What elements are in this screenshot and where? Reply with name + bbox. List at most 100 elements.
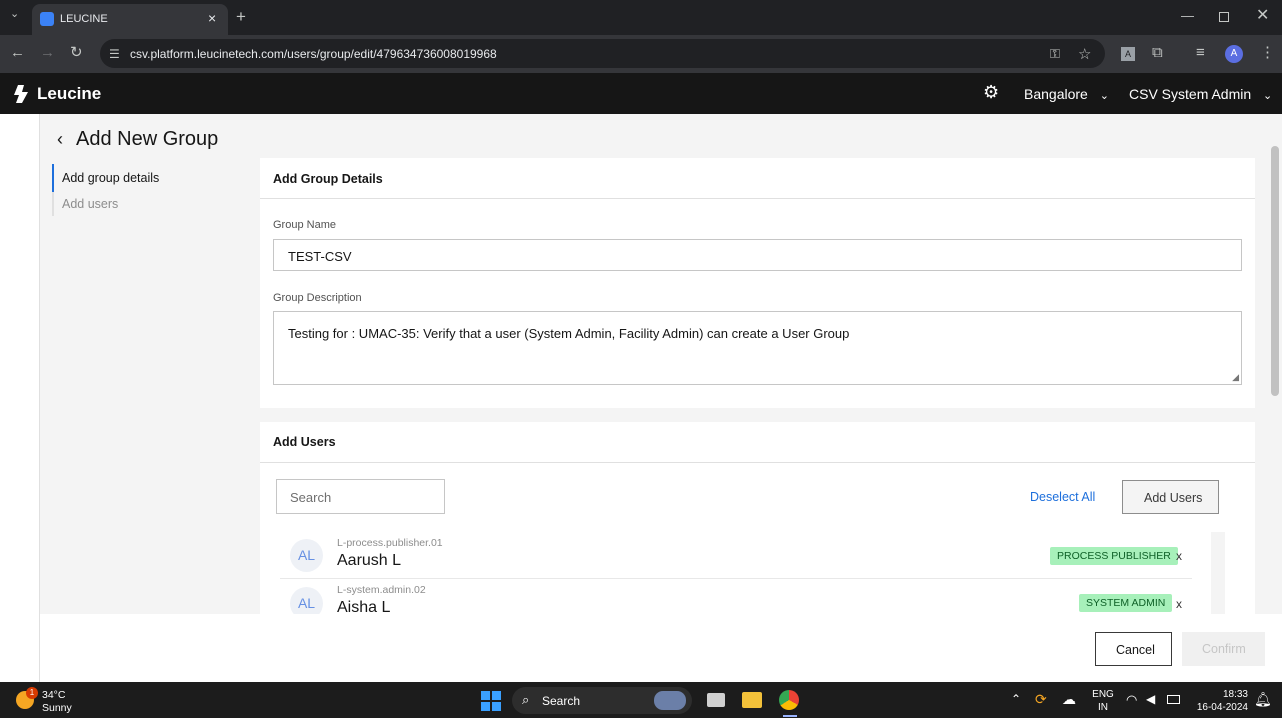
search-icon: ⌕ [522, 692, 530, 707]
form-footer: Cancel Confirm [40, 614, 1282, 682]
search-placeholder: Search [290, 490, 332, 505]
minimize-icon[interactable]: — [1181, 9, 1194, 22]
lang-top: ENG [1092, 689, 1114, 700]
taskbar-search-label: Search [542, 694, 581, 708]
chevron-down-icon: ⌄ [1263, 90, 1273, 102]
resize-handle-icon[interactable]: ◢ [1232, 372, 1239, 383]
windows-start-icon[interactable] [481, 691, 501, 711]
tab-title: LEUCINE [60, 13, 108, 25]
tab-close-icon[interactable]: × [208, 10, 216, 26]
group-name-label: Group Name [273, 219, 336, 231]
app-header: Leucine ⚙ Bangalore ⌄ CSV System Admin ⌄ [0, 73, 1282, 114]
user-search-input[interactable]: Search [276, 479, 445, 514]
bookmark-star-icon[interactable]: ☆ [1078, 45, 1091, 63]
password-key-icon[interactable]: ⚿ [1050, 46, 1060, 62]
location-selector[interactable]: Bangalore ⌄ [1024, 86, 1109, 102]
group-name-value: TEST-CSV [288, 249, 352, 264]
back-chevron-icon[interactable]: ‹ [57, 129, 63, 150]
onedrive-cloud-icon[interactable]: ☁ [1062, 691, 1076, 708]
page-body: ‹ Add New Group Add group details Add us… [0, 114, 1282, 682]
maximize-icon[interactable] [1219, 12, 1229, 22]
forward-icon[interactable]: → [40, 45, 55, 60]
temperature: 34°C [42, 689, 66, 701]
site-info-icon[interactable]: ☰ [109, 47, 120, 61]
add-users-card: Add Users Search Deselect All Add Users … [260, 422, 1255, 614]
avatar: AL [290, 587, 323, 614]
user-username: L-process.publisher.01 [337, 537, 443, 549]
notification-bell-icon[interactable]: 🔔︎ [1254, 691, 1272, 708]
location-label: Bangalore [1024, 86, 1088, 102]
user-name: Aarush L [337, 552, 402, 569]
add-users-button[interactable]: Add Users [1122, 480, 1219, 514]
group-details-card: Add Group Details Group Name TEST-CSV Gr… [260, 158, 1255, 408]
volume-icon[interactable]: ◀ [1146, 692, 1155, 706]
search-highlight-icon [654, 691, 686, 710]
page-title: Add New Group [76, 128, 219, 150]
favicon-icon [40, 12, 54, 26]
leucine-logo-icon [12, 84, 30, 104]
language-indicator[interactable]: ENG IN [1091, 689, 1115, 713]
list-item: AL L-system.admin.02 Aisha L SYSTEM ADMI… [280, 579, 1192, 614]
chrome-taskbar-icon[interactable] [779, 690, 799, 710]
window-close-icon[interactable]: ✕ [1256, 8, 1269, 24]
taskbar-search[interactable]: ⌕ Search [512, 687, 692, 714]
confirm-button[interactable]: Confirm [1182, 632, 1265, 666]
chrome-menu-icon[interactable]: ⋮ [1260, 45, 1275, 60]
step-add-users[interactable]: Add users [52, 192, 242, 216]
tray-chevron-up-icon[interactable]: ⌃ [1011, 692, 1021, 706]
user-username: L-system.admin.02 [337, 584, 426, 596]
user-name: Aisha L [337, 599, 391, 614]
media-control-icon[interactable]: ≡ [1196, 45, 1205, 60]
weather-condition: Sunny [42, 702, 72, 714]
chevron-down-icon: ⌄ [1099, 90, 1109, 102]
cancel-label: Cancel [1116, 643, 1155, 657]
section-title: Add Group Details [273, 172, 383, 186]
step-add-group-details[interactable]: Add group details [52, 164, 242, 192]
url-text[interactable]: csv.platform.leucinetech.com/users/group… [130, 47, 497, 61]
divider [260, 198, 1255, 199]
remove-user-icon[interactable]: x [1176, 597, 1182, 611]
divider [260, 462, 1255, 463]
clock[interactable]: 18:33 16-04-2024 [1192, 689, 1248, 713]
weather-widget[interactable]: 1 34°C Sunny [16, 687, 106, 715]
battery-icon[interactable] [1167, 695, 1180, 704]
add-users-label: Add Users [1144, 491, 1203, 505]
active-app-indicator [783, 715, 797, 717]
clock-date: 16-04-2024 [1196, 702, 1248, 713]
file-explorer-icon[interactable] [742, 692, 762, 708]
deselect-all-link[interactable]: Deselect All [1030, 490, 1095, 504]
task-view-icon[interactable] [707, 693, 725, 707]
role-label: CSV System Admin [1129, 86, 1252, 102]
role-selector[interactable]: CSV System Admin ⌄ [1129, 86, 1272, 102]
sync-icon[interactable]: ⟳ [1035, 691, 1047, 708]
cancel-button[interactable]: Cancel [1095, 632, 1172, 666]
clock-time: 18:33 [1222, 689, 1248, 700]
browser-address-bar: ← → ↻ ☰ csv.platform.leucinetech.com/use… [0, 35, 1282, 73]
role-badge: SYSTEM ADMIN [1079, 594, 1173, 612]
browser-tab[interactable]: LEUCINE × [32, 4, 228, 35]
profile-avatar[interactable]: A [1225, 45, 1243, 63]
reload-icon[interactable]: ↻ [70, 45, 83, 60]
translate-extension-icon[interactable]: A [1121, 47, 1135, 61]
group-name-input[interactable]: TEST-CSV [273, 239, 1242, 271]
omnibox[interactable]: ☰ csv.platform.leucinetech.com/users/gro… [100, 39, 1105, 68]
browser-tab-bar: ⌄ LEUCINE × + — ✕ [0, 0, 1282, 35]
page-scrollbar[interactable] [1271, 146, 1279, 396]
new-tab-icon[interactable]: + [236, 8, 246, 25]
settings-gear-icon[interactable]: ⚙ [983, 82, 999, 103]
extensions-puzzle-icon[interactable]: ⧉ [1152, 45, 1163, 60]
scrollbar-track[interactable] [1211, 532, 1225, 614]
role-badge: PROCESS PUBLISHER [1050, 547, 1178, 565]
weather-badge: 1 [26, 687, 38, 699]
step-label: Add users [62, 197, 119, 211]
group-description-value: Testing for : UMAC-35: Verify that a use… [288, 326, 850, 341]
avatar: AL [290, 539, 323, 572]
lang-bottom: IN [1098, 702, 1108, 713]
back-icon[interactable]: ← [10, 45, 25, 60]
wifi-icon[interactable]: ◠ [1126, 692, 1137, 708]
brand-name[interactable]: Leucine [37, 84, 101, 104]
tab-search-chevron-icon[interactable]: ⌄ [10, 9, 19, 20]
group-description-textarea[interactable]: Testing for : UMAC-35: Verify that a use… [273, 311, 1242, 385]
remove-user-icon[interactable]: x [1176, 549, 1182, 563]
left-gutter [0, 114, 40, 682]
